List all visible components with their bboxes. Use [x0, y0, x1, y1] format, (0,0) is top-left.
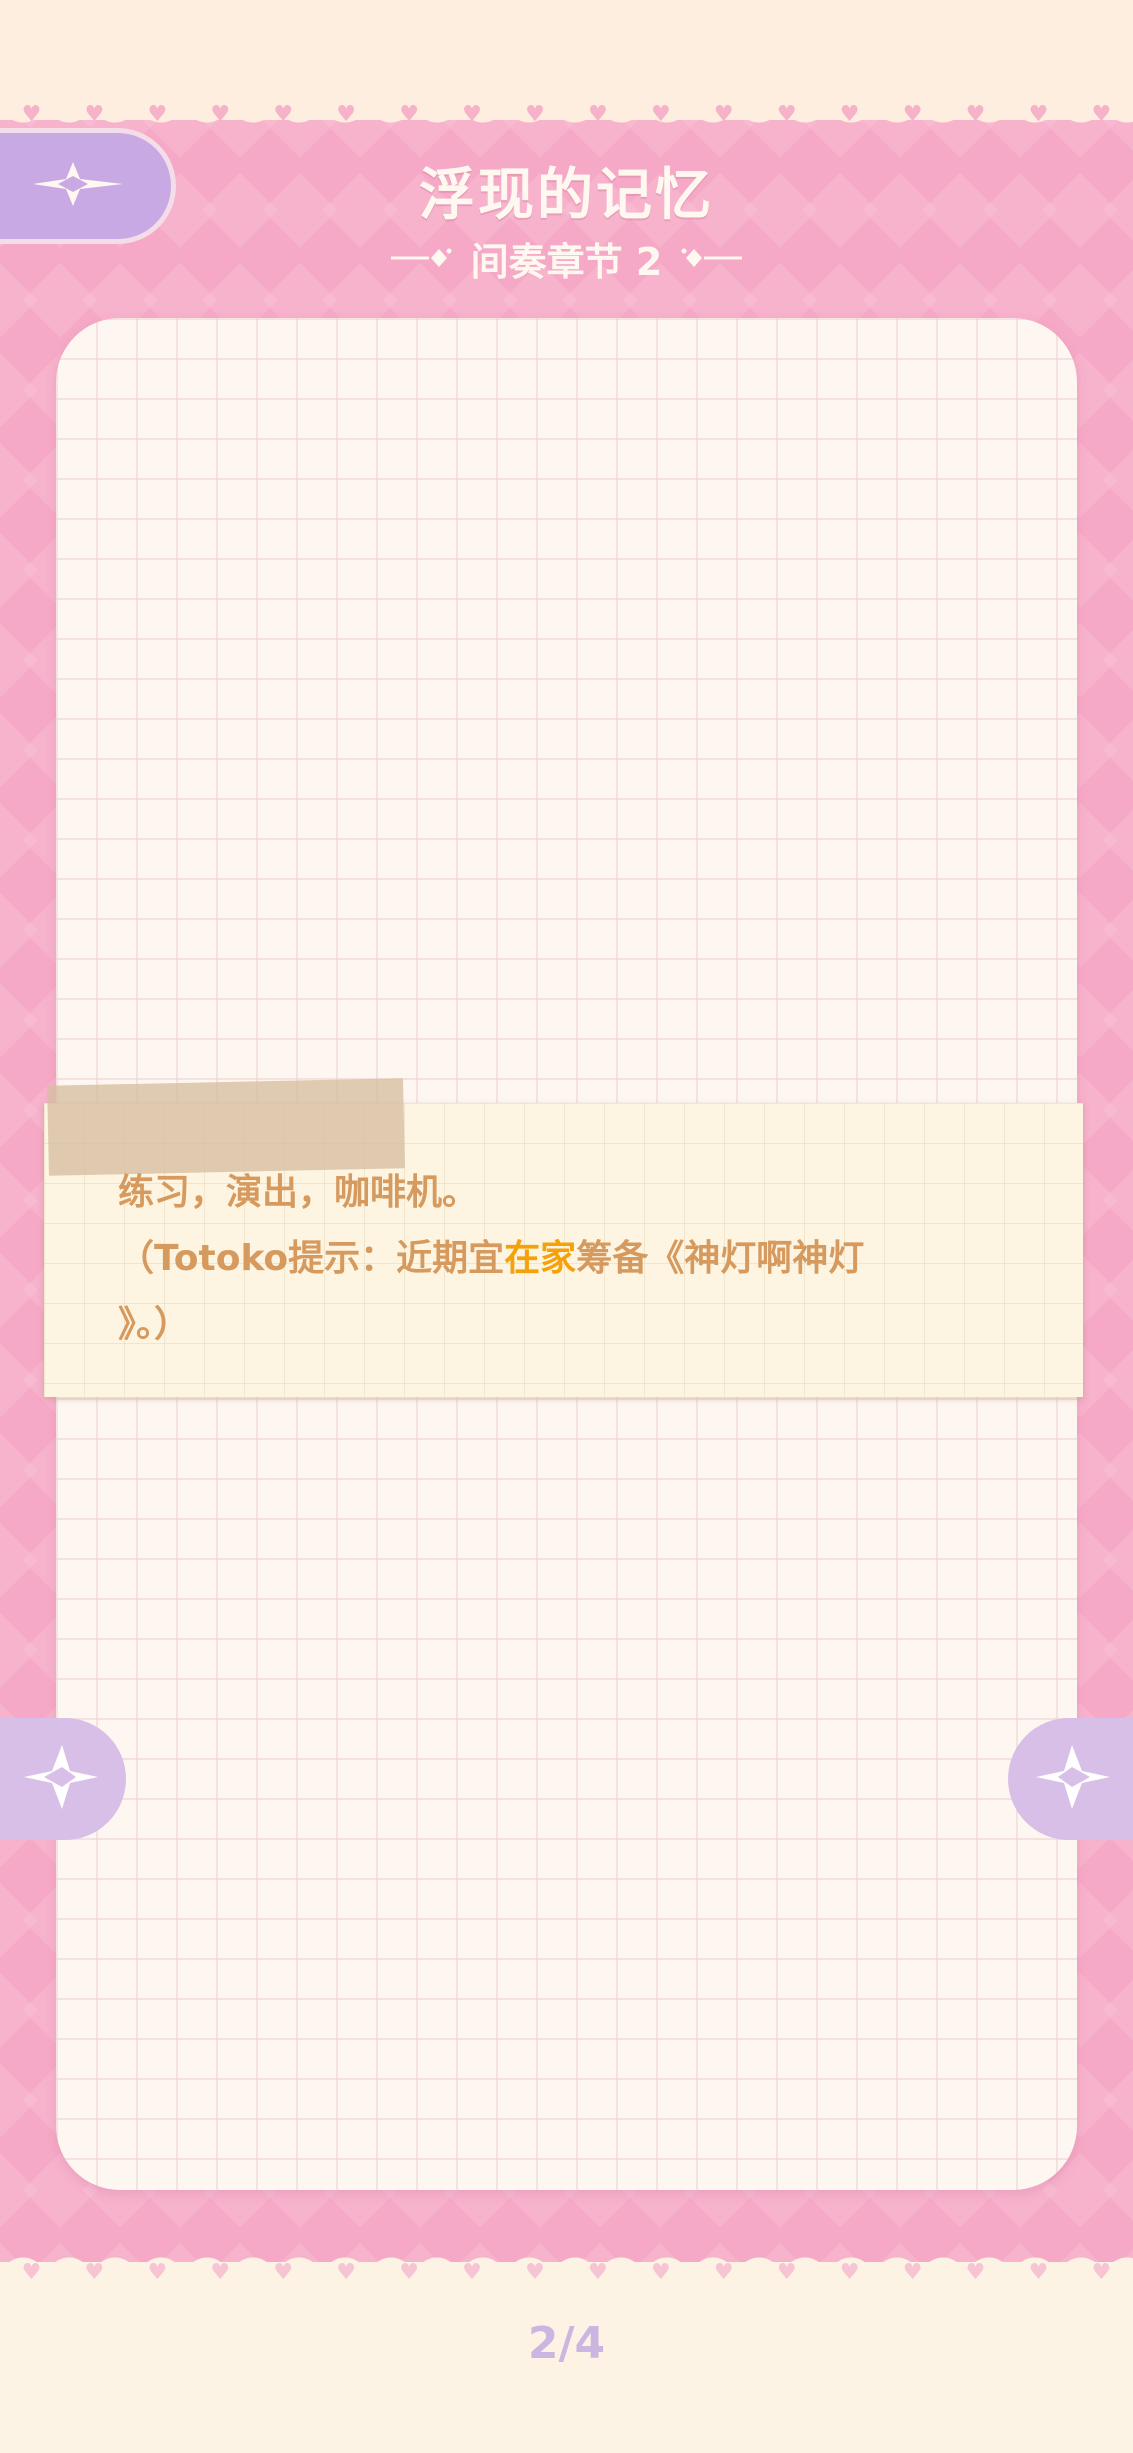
heart-border-top: ♥ ♥ ♥ ♥ ♥ ♥ ♥ ♥ ♥ ♥ ♥ ♥ ♥ ♥ ♥ ♥ ♥ ♥	[21, 102, 1112, 127]
sparkle-left-arrow-icon	[18, 1737, 104, 1821]
page-counter: 2/4	[527, 2318, 606, 2369]
note-line-2: （Totoko提示：近期宜在家筹备《神灯啊神灯	[118, 1226, 1048, 1292]
subtitle-row: 间奏章节 2	[0, 232, 1133, 284]
note-text: 练习，演出，咖啡机。 （Totoko提示：近期宜在家筹备《神灯啊神灯 》。）	[118, 1160, 1048, 1358]
page-title: 浮现的记忆	[419, 163, 714, 228]
note-line-3: 》。）	[118, 1304, 191, 1345]
flourish-right-icon	[680, 243, 744, 273]
note-highlight: 在家	[504, 1238, 577, 1279]
next-page-button[interactable]	[1008, 1718, 1133, 1840]
chapter-subtitle: 间奏章节 2	[470, 239, 663, 284]
sparkle-right-arrow-icon	[1030, 1737, 1116, 1821]
heart-border-bottom: ♥ ♥ ♥ ♥ ♥ ♥ ♥ ♥ ♥ ♥ ♥ ♥ ♥ ♥ ♥ ♥ ♥ ♥	[21, 2260, 1112, 2285]
prev-page-button[interactable]	[0, 1718, 126, 1840]
flourish-left-icon	[389, 243, 453, 273]
note-line-2-end: 筹备《神灯啊神灯	[576, 1238, 865, 1279]
note-line-2-start: （Totoko提示：近期宜	[118, 1238, 505, 1279]
note-line-1: 练习，演出，咖啡机。	[118, 1172, 479, 1213]
